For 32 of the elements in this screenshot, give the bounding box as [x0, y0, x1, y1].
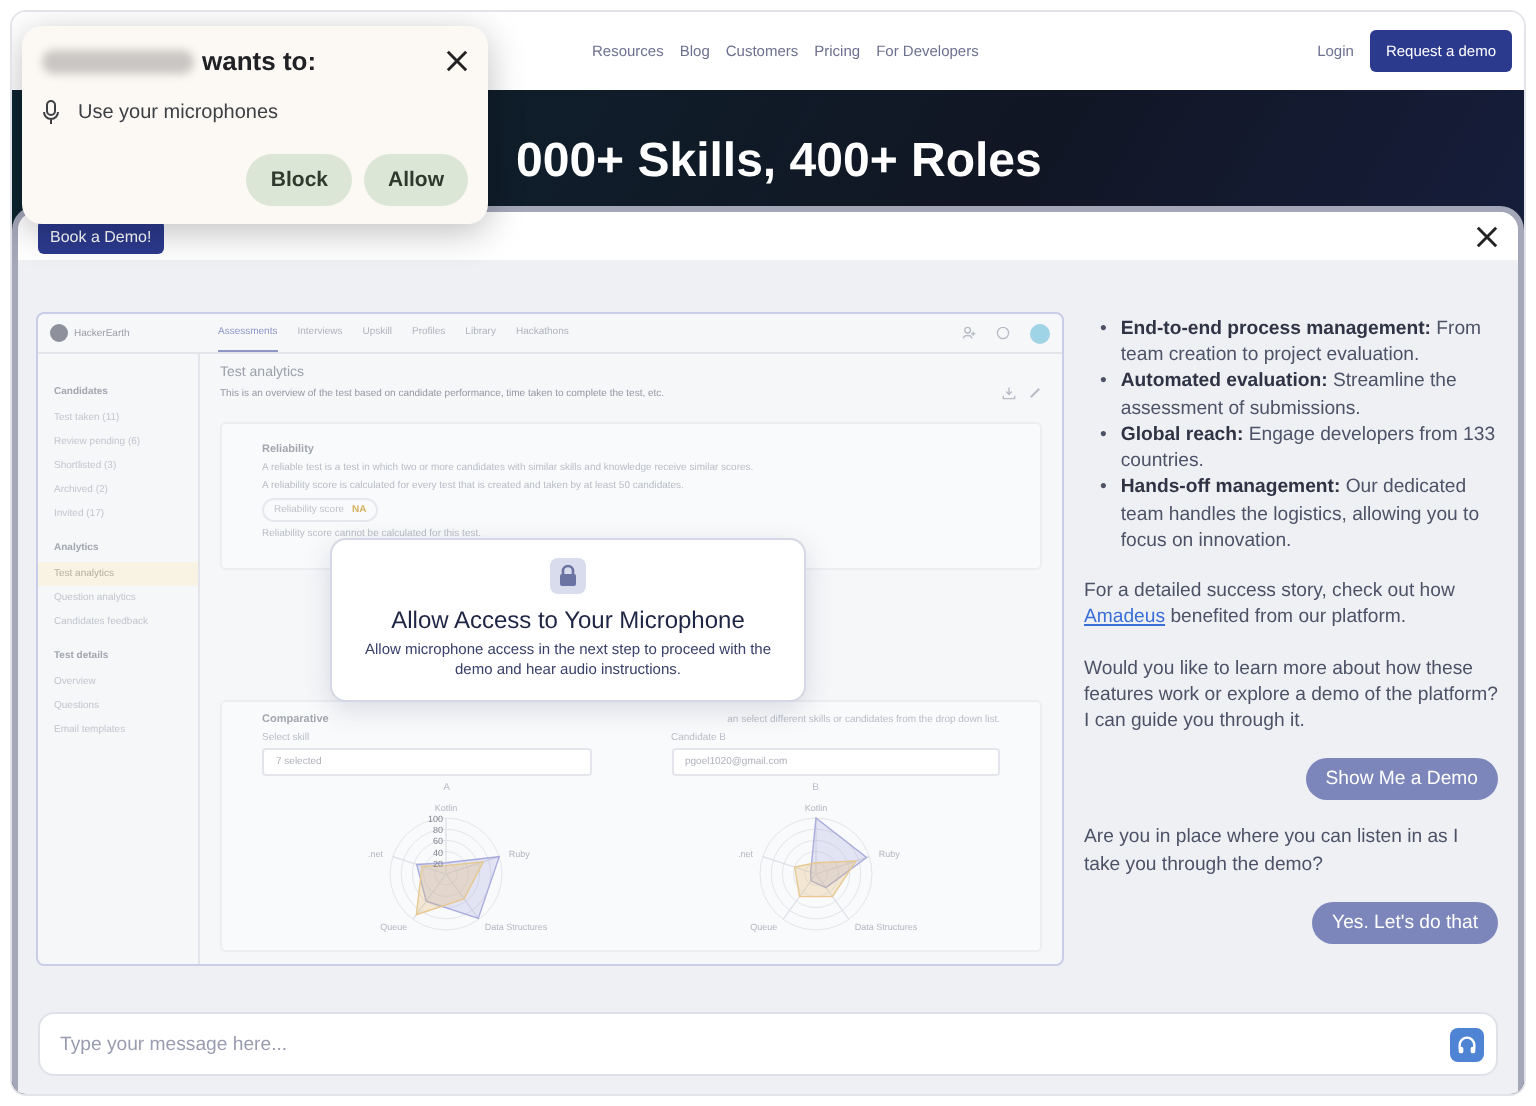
hero-headline: 000+ Skills, 400+ Roles [516, 138, 1044, 186]
amadeus-link[interactable]: Amadeus [1084, 606, 1166, 629]
list-bullet: • [1100, 421, 1107, 449]
popup-title: wants to: [202, 46, 319, 76]
permission-button[interactable]: Block [246, 154, 352, 206]
headphones-icon [1456, 1033, 1478, 1055]
chat-message: For a detailed success story, check out how Amadeus benefited from our platform. [1084, 578, 1457, 632]
headphones-button[interactable] [1450, 1027, 1484, 1061]
microphone-icon [42, 100, 60, 126]
download-icon[interactable] [1002, 386, 1016, 400]
permission-button[interactable]: Allow [364, 154, 468, 206]
chat-message: Are you in place where you can listen in as I take you through the demo? [1084, 824, 1461, 878]
lock-icon [550, 558, 586, 594]
quick-reply-button[interactable]: Yes. Let's do that [1312, 901, 1498, 944]
close-icon[interactable] [1476, 225, 1498, 247]
feature-item: Automated evaluation: Streamline the assessment of submissions. [1120, 368, 1459, 422]
feature-item: Global reach: Engage developers from 133 countries. [1120, 421, 1498, 475]
feature-item: Hands-off management: Our dedicated team handles the logistics, allowing you to focus on innovation. [1120, 474, 1482, 555]
dialog-title: Allow Access to Your Microphone [391, 606, 745, 634]
message-bar[interactable]: Type your message here... [38, 1012, 1498, 1076]
message-input[interactable]: Type your message here... [56, 1031, 1450, 1057]
person-add-icon[interactable] [962, 326, 976, 340]
avatar[interactable] [1030, 323, 1050, 343]
list-bullet: • [1100, 316, 1107, 343]
chat-message: Would you like to learn more about how these features work or explore a demo of the platform? I can guide you through it. [1084, 655, 1498, 735]
quick-reply-button[interactable]: Show Me a Demo [1305, 758, 1498, 801]
list-bullet: • [1100, 474, 1107, 502]
permission-request: Use your microphones [78, 102, 279, 124]
feature-item: End-to-end process management: From team creation to project evaluation. [1120, 316, 1484, 369]
list-bullet: • [1100, 368, 1107, 396]
close-icon[interactable] [446, 50, 468, 72]
logo-icon [50, 324, 68, 342]
